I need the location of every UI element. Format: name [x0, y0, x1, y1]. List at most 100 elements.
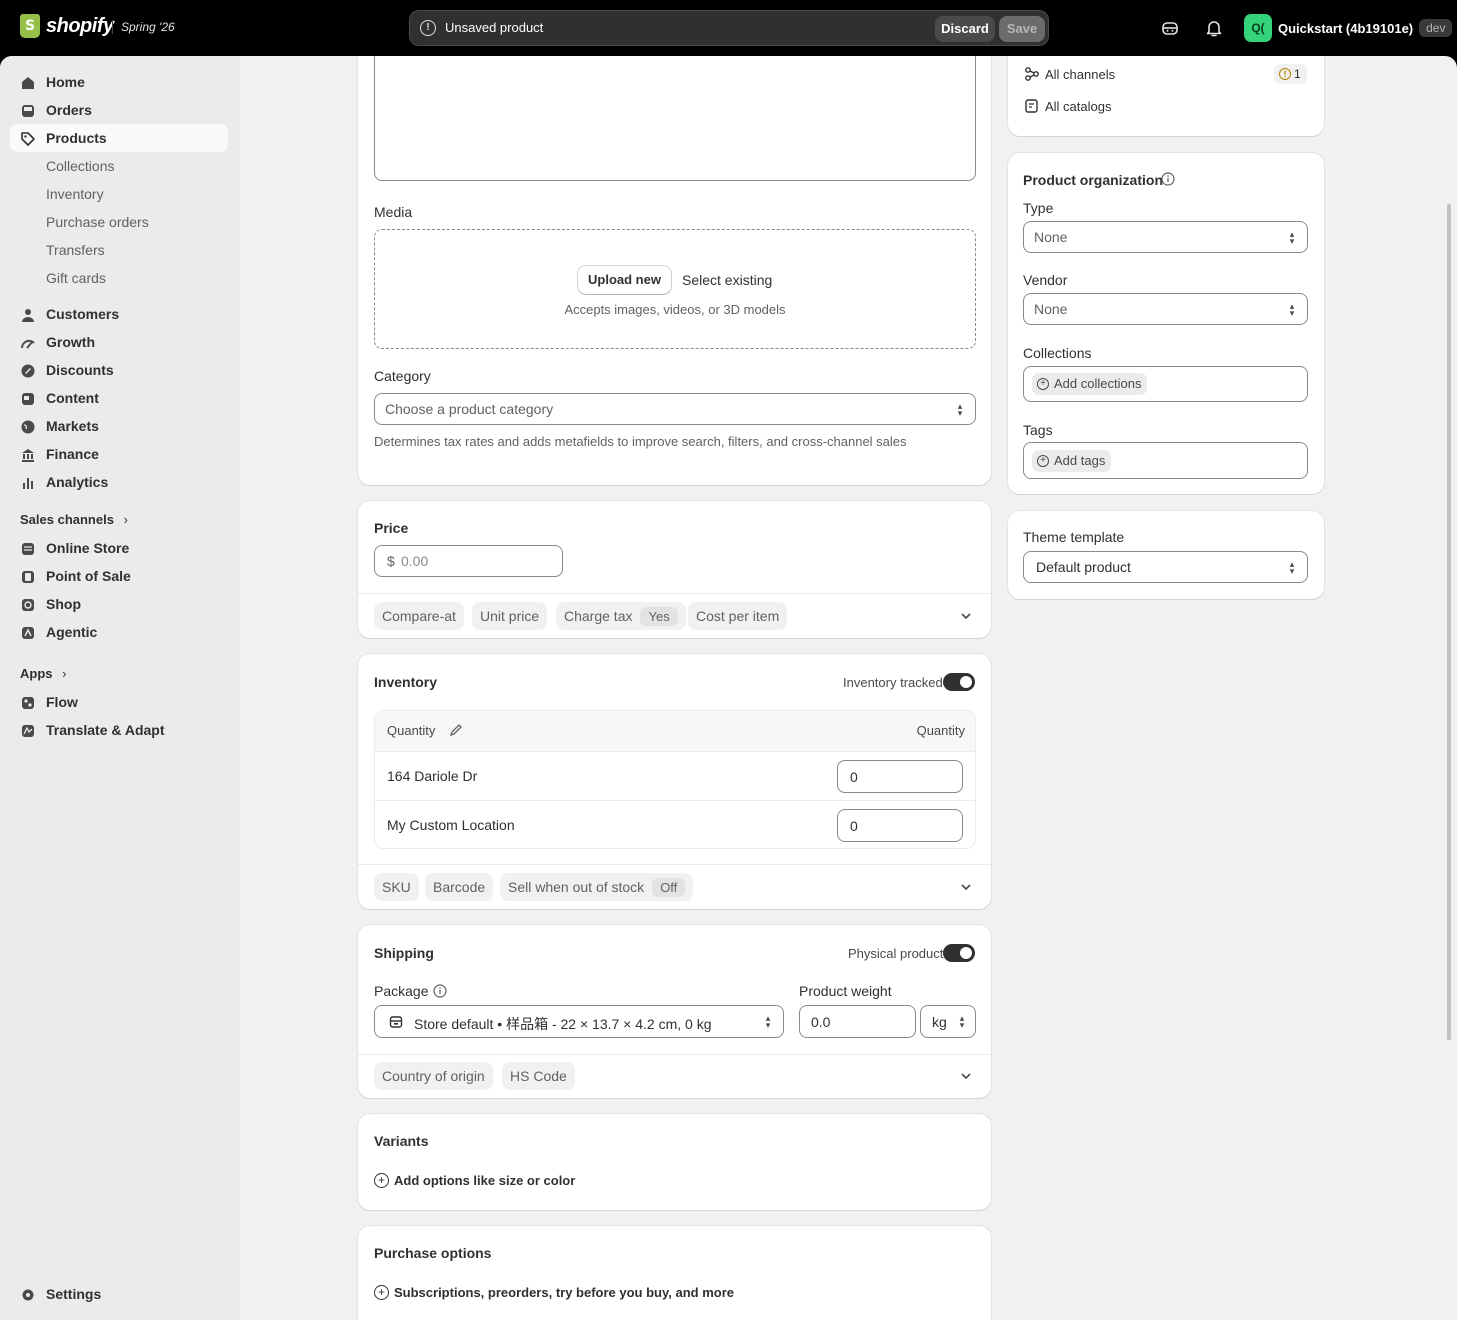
shopify-logo[interactable]: shopify: [20, 14, 114, 38]
physical-product-toggle[interactable]: [943, 944, 975, 962]
sidebar-item-markets[interactable]: Markets: [10, 412, 228, 440]
sidebar-item-label: Settings: [46, 1286, 102, 1302]
quantity-input[interactable]: 0: [837, 809, 963, 842]
quantity-input[interactable]: 0: [837, 760, 963, 793]
sidebar-subitem-gift-cards[interactable]: Gift cards: [46, 270, 106, 286]
compare-at-pill[interactable]: Compare-at: [374, 602, 464, 630]
page-scrollbar[interactable]: [1447, 204, 1451, 1040]
sidebar-subitem-purchase-orders[interactable]: Purchase orders: [46, 214, 149, 230]
price-card: Price $ 0.00 Compare-at Unit price Charg…: [358, 501, 991, 638]
chevron-down-icon[interactable]: [958, 879, 974, 895]
edition-label: Spring '26: [112, 20, 175, 34]
save-button[interactable]: Save: [999, 16, 1045, 42]
type-select[interactable]: None ▴ ▾: [1023, 221, 1308, 253]
bank-icon: [22, 449, 34, 462]
brand-name: shopify: [46, 14, 114, 37]
chevron-down-icon[interactable]: [958, 1068, 974, 1084]
sidebar-item-orders[interactable]: Orders: [10, 96, 228, 124]
column-header-quantity-right: Quantity: [916, 723, 965, 738]
product-weight-label: Product weight: [799, 983, 892, 999]
add-variant-options-button[interactable]: + Add options like size or color: [374, 1173, 575, 1188]
store-menu-button[interactable]: Q( Quickstart (4b19101e) dev: [1244, 14, 1453, 42]
channel-issues-badge[interactable]: ! 1: [1274, 64, 1307, 84]
sidebar-item-label: Markets: [46, 418, 99, 434]
sidebar-item-finance[interactable]: Finance: [10, 440, 228, 468]
vendor-value: None: [1034, 301, 1068, 317]
unit-price-pill[interactable]: Unit price: [472, 602, 548, 630]
chevron-down-icon[interactable]: [958, 608, 974, 624]
charge-tax-pill[interactable]: Charge tax Yes: [556, 602, 686, 630]
table-row: 164 Dariole Dr 0: [375, 751, 975, 800]
inventory-tracked-toggle[interactable]: [943, 673, 975, 691]
plus-circle-icon: +: [1037, 378, 1049, 390]
info-icon[interactable]: [1161, 172, 1175, 186]
sidebar-subitem-collections[interactable]: Collections: [46, 158, 114, 174]
channel-issues-count: 1: [1294, 67, 1301, 81]
column-header-quantity: Quantity: [387, 723, 436, 738]
sidebar-item-customers[interactable]: Customers: [10, 300, 228, 328]
vendor-select[interactable]: None ▴ ▾: [1023, 293, 1308, 325]
collections-input[interactable]: + Add collections: [1023, 366, 1308, 402]
sidebar-item-flow[interactable]: Flow: [10, 688, 228, 716]
divider: [358, 864, 991, 865]
sku-pill[interactable]: SKU: [374, 873, 419, 901]
sidekick-icon[interactable]: [1160, 18, 1180, 38]
package-select[interactable]: Store default • 样品箱 - 22 × 13.7 × 4.2 cm…: [374, 1005, 784, 1038]
barcode-pill[interactable]: Barcode: [425, 873, 494, 901]
charge-tax-value: Yes: [640, 607, 678, 626]
apps-heading[interactable]: Apps ›: [20, 666, 66, 681]
sidebar-item-content[interactable]: Content: [10, 384, 228, 412]
add-collections-button[interactable]: + Add collections: [1032, 373, 1148, 395]
sidebar-item-shop[interactable]: Shop: [10, 590, 228, 618]
bell-icon[interactable]: [1204, 18, 1224, 38]
description-editor[interactable]: [374, 56, 976, 181]
package-box-icon: [389, 1016, 403, 1028]
sidebar-subitem-inventory[interactable]: Inventory: [46, 186, 104, 202]
discard-button[interactable]: Discard: [935, 16, 995, 42]
sales-channels-heading[interactable]: Sales channels ›: [20, 512, 128, 527]
price-input[interactable]: $ 0.00: [374, 545, 563, 577]
add-purchase-option-button[interactable]: + Subscriptions, preorders, try before y…: [374, 1285, 734, 1300]
sidebar-item-discounts[interactable]: Discounts: [10, 356, 228, 384]
shipping-title: Shipping: [374, 945, 434, 961]
purchase-options-card: Purchase options + Subscriptions, preord…: [358, 1226, 991, 1320]
theme-template-select[interactable]: Default product ▴ ▾: [1023, 551, 1308, 583]
sidebar-item-home[interactable]: Home: [10, 68, 228, 96]
quantity-value: 0: [850, 818, 858, 834]
sidebar-item-growth[interactable]: Growth: [10, 328, 228, 356]
translate-icon: [22, 725, 34, 737]
weight-input[interactable]: 0.0: [799, 1005, 916, 1038]
country-of-origin-pill[interactable]: Country of origin: [374, 1062, 493, 1090]
media-label: Media: [374, 204, 413, 220]
info-icon[interactable]: [433, 984, 447, 998]
variants-card: Variants + Add options like size or colo…: [358, 1114, 991, 1210]
sidebar-item-online-store[interactable]: Online Store: [10, 534, 228, 562]
sidebar-item-settings[interactable]: Settings: [10, 1280, 228, 1308]
media-dropzone[interactable]: Upload new Select existing Accepts image…: [374, 229, 976, 349]
pencil-icon[interactable]: [449, 723, 463, 737]
apps-label: Apps: [20, 666, 53, 681]
tags-input[interactable]: + Add tags: [1023, 442, 1308, 479]
all-channels-label[interactable]: All channels: [1045, 67, 1115, 82]
sidebar-item-point-of-sale[interactable]: Point of Sale: [10, 562, 228, 590]
sidebar-subitem-transfers[interactable]: Transfers: [46, 242, 105, 258]
type-label: Type: [1023, 200, 1054, 216]
weight-unit-select[interactable]: kg ▴ ▾: [920, 1005, 976, 1038]
all-catalogs-label[interactable]: All catalogs: [1045, 99, 1111, 114]
vendor-label: Vendor: [1023, 272, 1068, 288]
hs-code-pill[interactable]: HS Code: [502, 1062, 575, 1090]
sidebar-item-analytics[interactable]: Analytics: [10, 468, 228, 496]
cost-per-item-pill[interactable]: Cost per item: [688, 602, 788, 630]
sidebar-item-translate-adapt[interactable]: Translate & Adapt: [10, 716, 228, 744]
upload-new-button[interactable]: Upload new: [578, 266, 671, 294]
sidebar-item-agentic[interactable]: Agentic: [10, 618, 228, 646]
weight-value: 0.0: [811, 1014, 831, 1030]
category-select[interactable]: Choose a product category ▴ ▾: [374, 393, 976, 425]
theme-template-title: Theme template: [1023, 529, 1125, 545]
sell-out-of-stock-pill[interactable]: Sell when out of stock Off: [500, 873, 694, 901]
sidebar-item-label: Analytics: [46, 474, 109, 490]
warning-icon: !: [1279, 68, 1291, 80]
select-existing-link[interactable]: Select existing: [682, 272, 772, 288]
add-tags-button[interactable]: + Add tags: [1032, 450, 1112, 472]
sidebar-item-products[interactable]: Products: [10, 124, 228, 152]
